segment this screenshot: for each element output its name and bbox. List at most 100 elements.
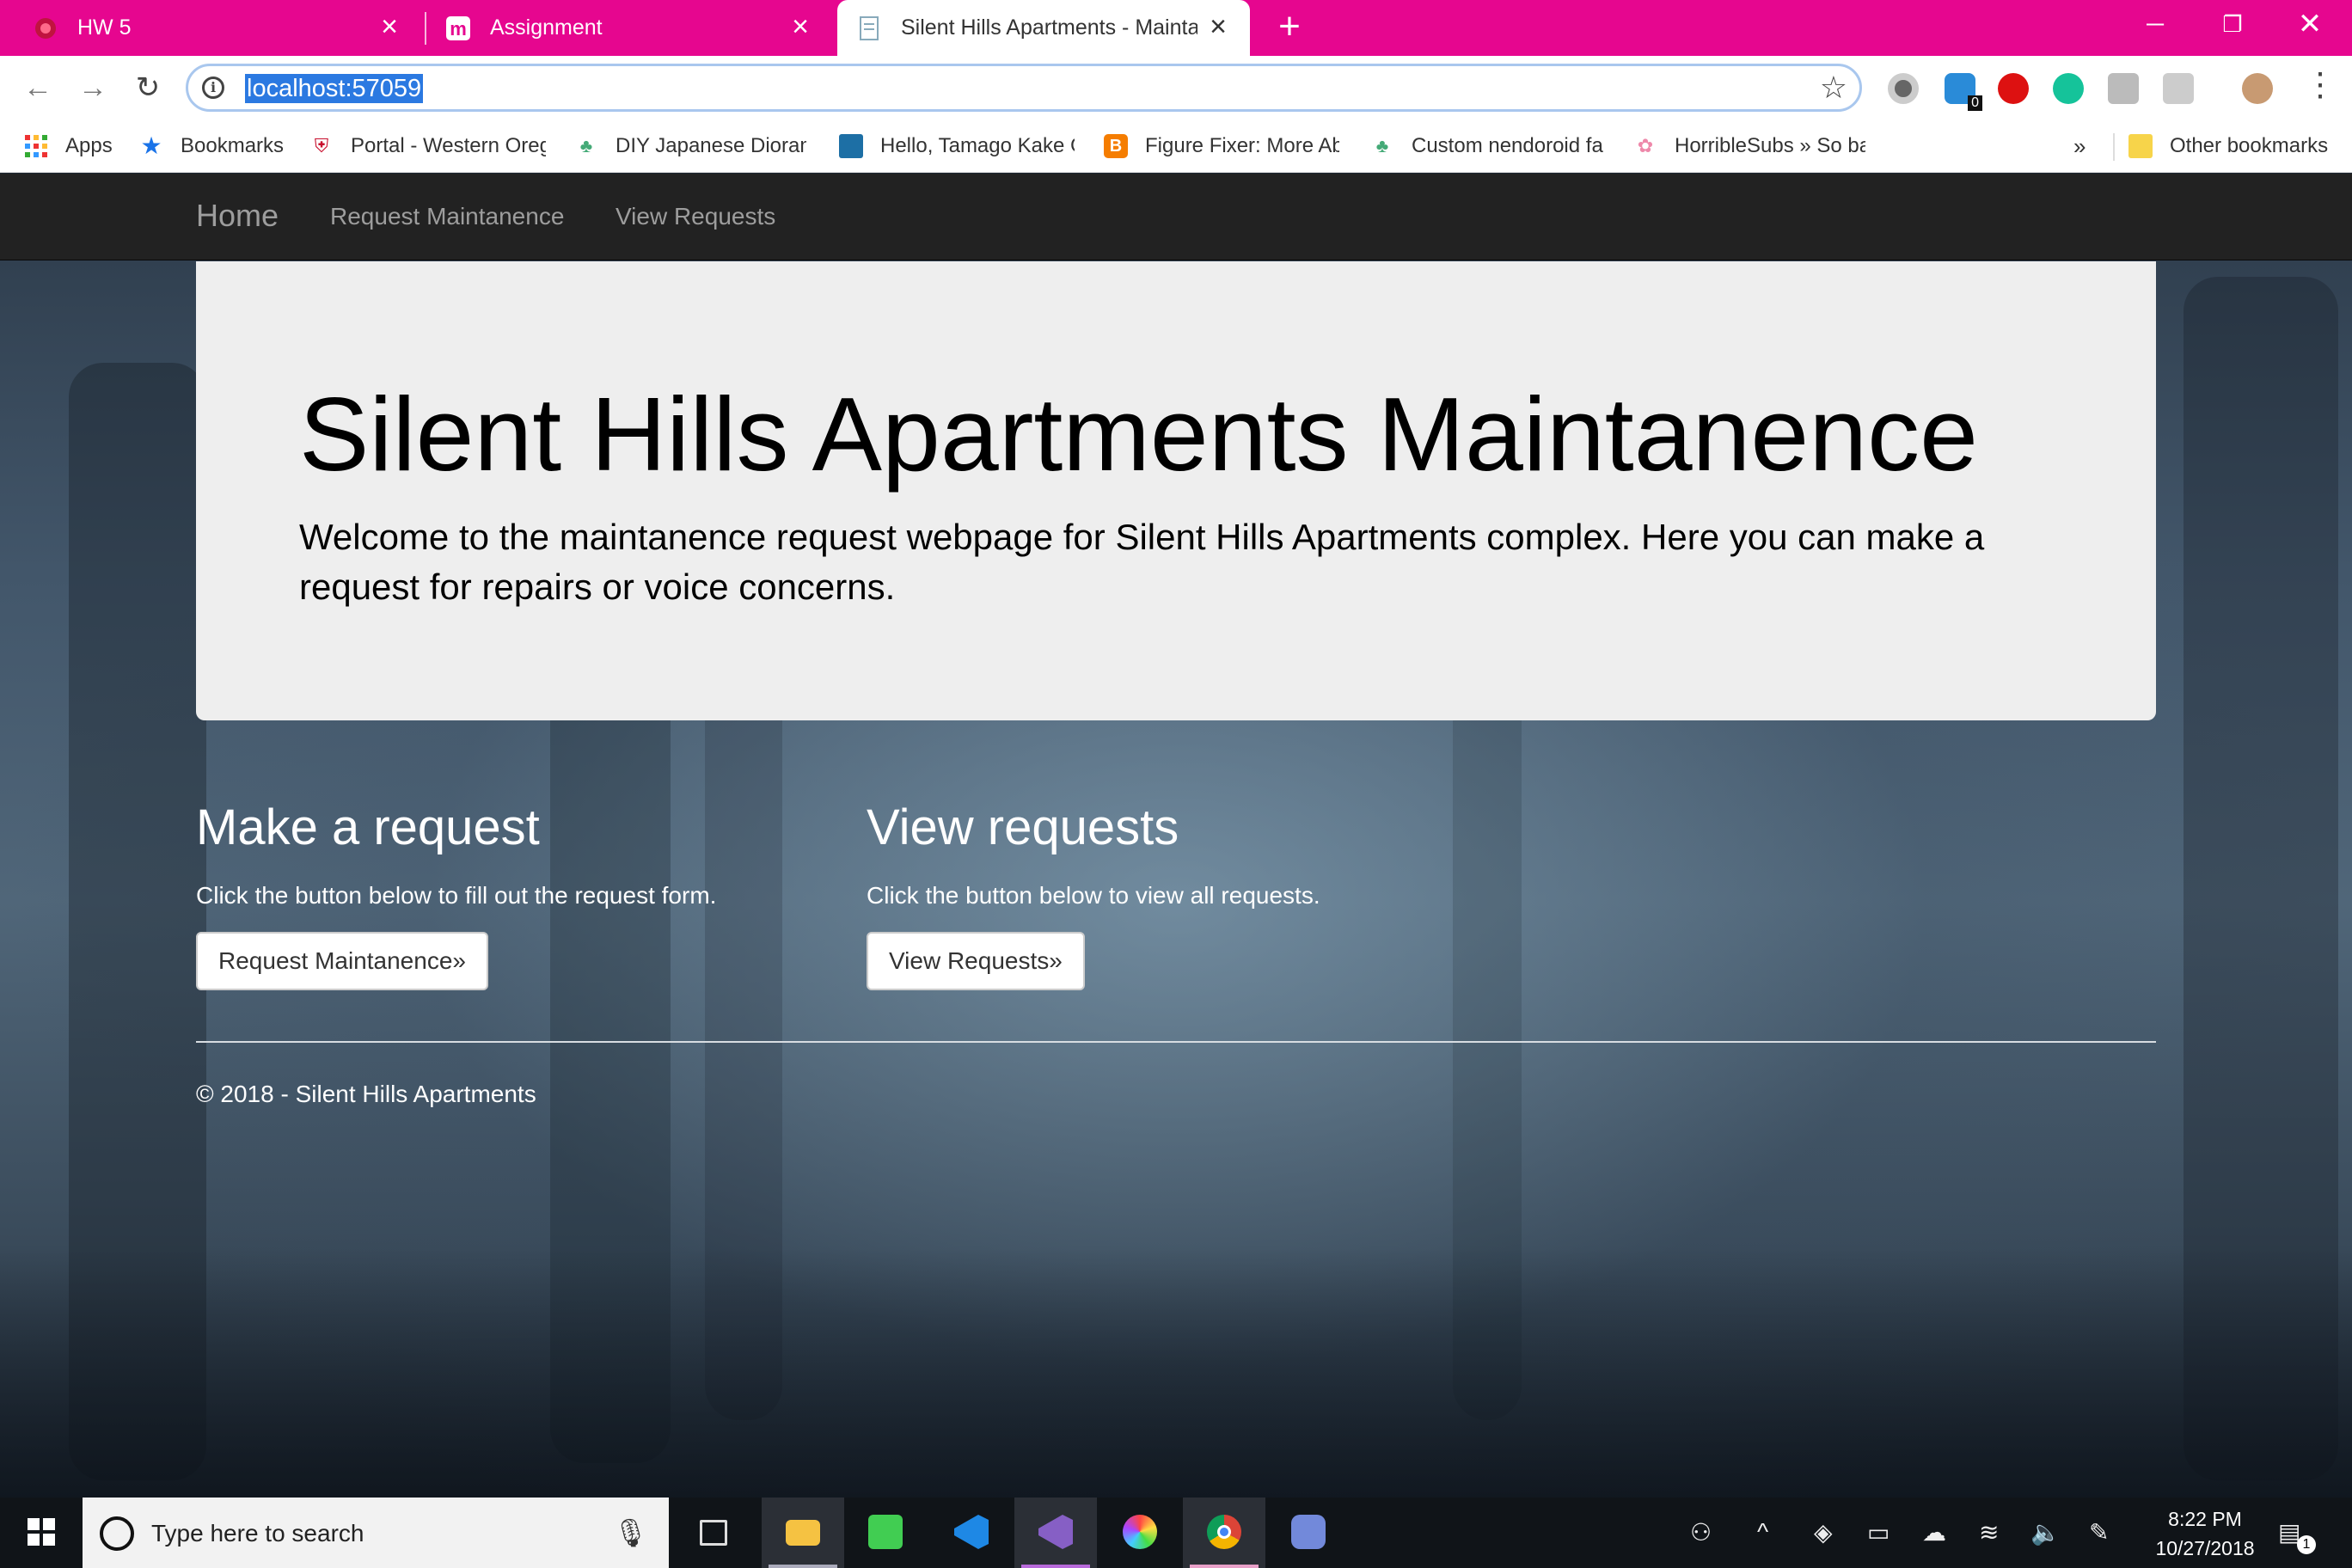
reload-icon[interactable]: ↻ [131,71,165,106]
close-tab-icon[interactable]: × [786,12,815,41]
apps-grid-icon [24,134,48,158]
extension-gray-icon[interactable] [2108,73,2139,104]
ground-shadow [0,1248,2352,1498]
chrome-icon[interactable] [1183,1498,1265,1568]
site-navbar: Home Request Maintanence View Requests [0,174,2352,260]
onedrive-icon[interactable]: ☁ [1922,1518,1946,1547]
flower-icon: ✿ [1637,135,1654,156]
pen-workspace-icon[interactable]: ✎ [2089,1518,2109,1547]
nav-home-link[interactable]: Home [196,198,279,234]
minimize-icon[interactable]: ─ [2116,0,2194,52]
column-heading: Make a request [196,799,540,855]
request-maintanence-button[interactable]: Request Maintanence» [196,932,488,990]
show-hidden-icons-chevron-icon[interactable]: ^ [1757,1518,1768,1546]
bookmarks-bar: Apps ★ Bookmarks ⛨ Portal - Western Oreg… [0,119,2352,173]
svg-text:m: m [450,18,467,40]
make-request-column: Make a request Click the button below to… [196,803,716,990]
chrome-menu-icon[interactable]: ⋮ [2304,68,2337,102]
extension-badge-icon[interactable]: 0 [1945,73,1982,111]
bookmark-label: Other bookmarks [2170,134,2329,157]
bookmark-horriblesubs[interactable]: ✿ HorribleSubs » So ba [1633,132,1865,161]
site-info-icon[interactable]: i [202,77,224,99]
hero-text: Welcome to the maintanence request webpa… [299,517,1985,607]
microphone-icon[interactable]: 🎙 [613,1516,648,1549]
tab-hw5[interactable]: HW 5 × [0,0,421,56]
qt-creator-icon[interactable] [844,1498,927,1568]
bookmark-bookmarks[interactable]: ★ Bookmarks [139,132,294,161]
close-tab-icon[interactable]: × [375,12,404,41]
bookmark-label: DIY Japanese Dioram [616,134,806,157]
vscode-icon[interactable] [930,1498,1013,1568]
task-view-icon[interactable] [672,1498,755,1568]
grammarly-icon[interactable] [2053,73,2084,104]
bookmark-portal[interactable]: ⛨ Portal - Western Oreg [309,132,546,161]
new-tab-button[interactable]: + [1271,8,1308,46]
back-icon[interactable]: ← [21,71,55,106]
volume-icon[interactable]: 🔈 [2030,1518,2061,1547]
adblock-icon[interactable] [1998,73,2029,104]
hero-title: Silent Hills Apartments Maintanence [299,376,1978,493]
tab-assignment[interactable]: m Assignment × [428,0,832,56]
nav-view-requests-link[interactable]: View Requests [616,203,775,230]
bookmark-apps[interactable]: Apps [24,132,127,161]
extension-circle-icon[interactable] [1888,73,1919,104]
people-icon[interactable]: ⚇ [1690,1518,1712,1547]
file-explorer-icon[interactable] [762,1498,844,1568]
bookmark-diorama[interactable]: ♣ DIY Japanese Dioram [574,132,806,161]
system-clock[interactable]: 8:22 PM 10/27/2018 [2149,1504,2261,1563]
profile-avatar[interactable] [2242,73,2273,104]
close-tab-icon[interactable]: × [1204,12,1233,41]
column-text: Click the button below to view all reque… [867,882,1320,909]
view-requests-column: View requests Click the button below to … [867,803,1320,990]
forward-icon[interactable]: → [76,71,110,106]
extension-badge-count: 0 [1968,95,1982,111]
clock-time: 8:22 PM [2168,1508,2242,1530]
blogger-icon: B [1104,134,1128,158]
bookmark-nendoroid[interactable]: ♣ Custom nendoroid fa [1370,132,1604,161]
view-requests-button[interactable]: View Requests» [867,932,1085,990]
column-text: Click the button below to fill out the r… [196,882,717,909]
bookmark-star-icon[interactable]: ☆ [1820,70,1847,106]
url-text[interactable]: localhost:57059 [245,74,424,103]
taskbar-search-box[interactable]: Type here to search 🎙 [83,1498,669,1568]
bookmark-divider [2113,133,2115,161]
browser-toolbar: ← → ↻ i localhost:57059 ☆ 0 ⋮ [0,56,2352,119]
tab-favicon-icon: m [445,15,471,41]
other-bookmarks[interactable]: Other bookmarks [2128,132,2335,161]
tab-separator [425,12,426,45]
nav-request-maintanence-link[interactable]: Request Maintanence [330,203,564,230]
bookmarks-overflow-button[interactable]: » [2073,132,2099,161]
star-icon: ★ [140,132,162,159]
battery-icon[interactable]: ▭ [1867,1518,1890,1547]
tab-silent-hills[interactable]: Silent Hills Apartments - Maintan × [837,0,1250,56]
column-heading: View requests [867,799,1179,855]
address-bar[interactable]: i localhost:57059 ☆ [186,64,1862,112]
windows-start-icon[interactable] [0,1498,83,1568]
bookmark-label: Apps [65,134,113,157]
bookmark-label: Custom nendoroid fa [1412,134,1603,157]
dropbox-icon[interactable]: ◈ [1814,1518,1833,1547]
hero-jumbotron: Silent Hills Apartments Maintanence Welc… [196,261,2156,720]
clock-date: 10/27/2018 [2155,1537,2255,1559]
bookmark-figure-fixer[interactable]: B Figure Fixer: More Ab [1104,132,1339,161]
paint-app-icon[interactable] [1099,1498,1181,1568]
browser-tab-strip: HW 5 × m Assignment × Silent Hills Apart… [0,0,2352,56]
extension-pdf-icon[interactable] [2163,73,2194,104]
visual-studio-icon[interactable] [1014,1498,1097,1568]
close-window-icon[interactable]: ✕ [2271,0,2349,52]
bookmark-label: Bookmarks [181,134,285,157]
shield-icon: ⛨ [314,135,329,156]
wifi-icon[interactable]: ≋ [1979,1518,1999,1547]
notification-count-badge: 1 [2297,1535,2316,1554]
folder-icon [839,134,863,158]
restore-icon[interactable]: ❐ [2194,0,2271,52]
discord-icon[interactable] [1267,1498,1350,1568]
tab-label: Assignment [490,15,603,40]
page-favicon-icon [856,15,882,41]
bookmark-label: HorribleSubs » So ba [1675,134,1865,157]
leaf-icon: ♣ [579,135,593,156]
bookmark-label: Figure Fixer: More Ab [1145,134,1339,157]
bookmark-tamago[interactable]: Hello, Tamago Kake G [839,132,1075,161]
leaf-icon: ♣ [1375,135,1389,156]
bookmark-label: Hello, Tamago Kake G [880,134,1075,157]
